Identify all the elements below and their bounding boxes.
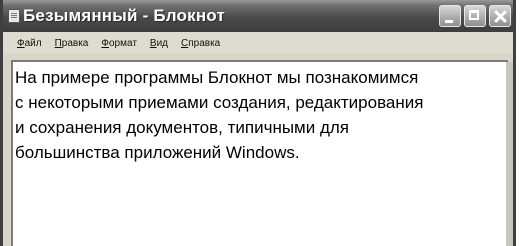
- title-bar[interactable]: Безымянный - Блокнот: [3, 0, 513, 32]
- menu-format[interactable]: Формат: [101, 38, 137, 49]
- menu-help[interactable]: Справка: [181, 38, 220, 49]
- window-title: Безымянный - Блокнот: [23, 6, 225, 25]
- menu-file[interactable]: Файл: [17, 38, 42, 49]
- menu-bar: Файл Правка Формат Вид Справка: [3, 32, 513, 54]
- maximize-button[interactable]: [464, 5, 486, 27]
- vertical-scrollbar[interactable]: [506, 62, 513, 246]
- close-button[interactable]: [489, 5, 511, 27]
- text-editor[interactable]: На примере программы Блокнот мы познаком…: [11, 60, 508, 246]
- notepad-window: Безымянный - Блокнот Файл Правка Формат …: [0, 0, 516, 246]
- editor-content[interactable]: На примере программы Блокнот мы познаком…: [15, 65, 505, 165]
- menu-view[interactable]: Вид: [150, 38, 168, 49]
- minimize-button[interactable]: [439, 5, 461, 27]
- menu-edit[interactable]: Правка: [55, 38, 89, 49]
- notepad-icon[interactable]: [8, 9, 20, 23]
